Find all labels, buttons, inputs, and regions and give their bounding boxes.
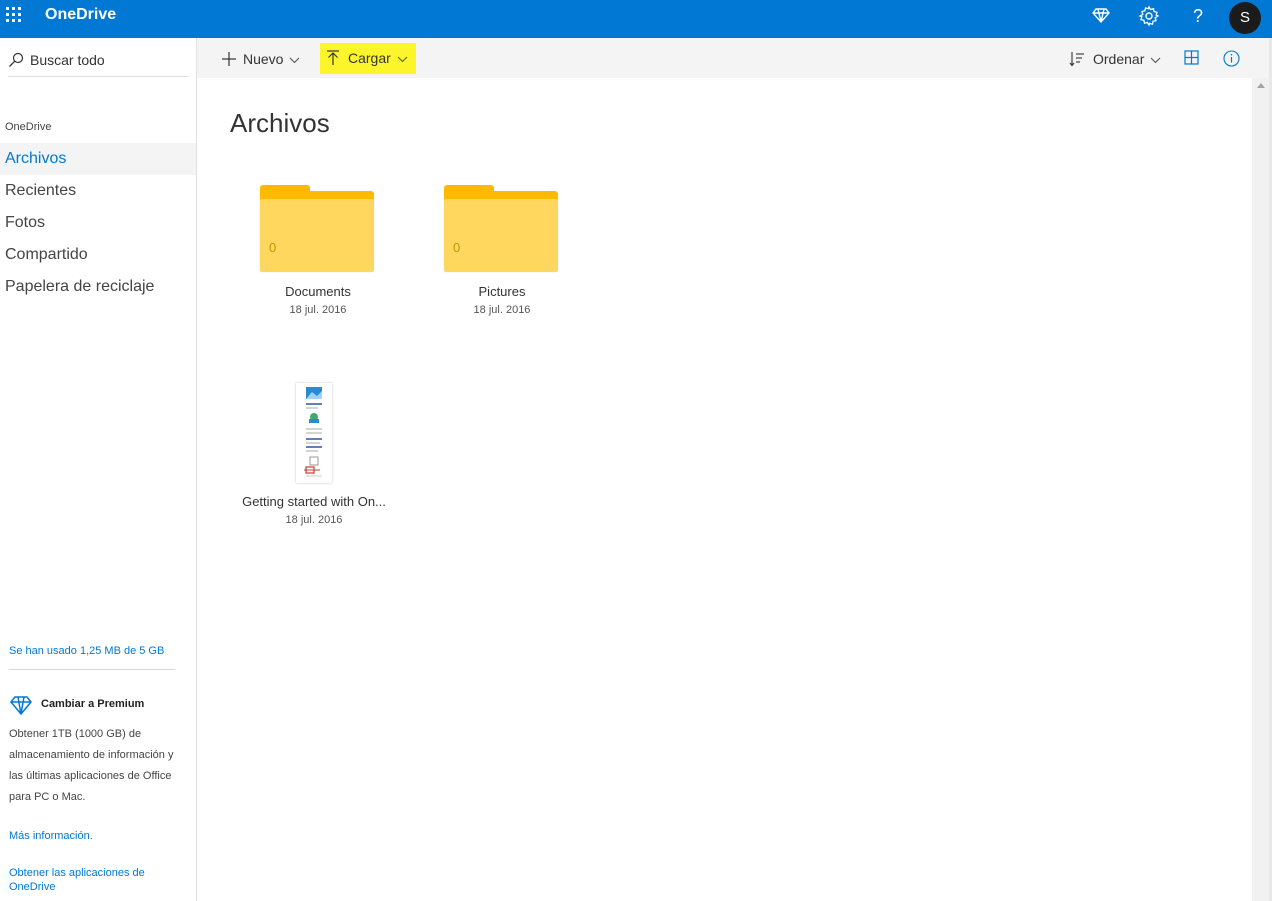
app-launcher-icon[interactable]	[4, 5, 21, 22]
premium-diamond-icon	[9, 695, 33, 720]
grid-view-icon[interactable]	[1184, 50, 1199, 68]
upload-label: Cargar	[348, 50, 391, 66]
item-date: 18 jul. 2016	[285, 514, 343, 526]
new-button[interactable]: Nuevo	[221, 50, 300, 68]
document-thumbnail-icon	[296, 383, 332, 483]
top-bar: OneDrive ? S	[0, 0, 1272, 38]
premium-title[interactable]: Cambiar a Premium	[41, 698, 144, 710]
command-bar: Nuevo Cargar Ordenar	[197, 38, 1269, 78]
chevron-down-icon	[1150, 57, 1161, 64]
divider	[9, 669, 175, 670]
folder-tile[interactable]: 0 Pictures 18 jul. 2016	[422, 185, 582, 335]
vertical-scrollbar[interactable]	[1252, 78, 1269, 901]
premium-diamond-icon[interactable]	[1091, 5, 1115, 29]
chevron-down-icon	[397, 56, 408, 63]
info-icon[interactable]	[1223, 50, 1240, 68]
more-info-link[interactable]: Más información.	[9, 830, 93, 842]
item-date: 18 jul. 2016	[473, 304, 531, 316]
upload-icon	[327, 50, 339, 65]
folder-icon: 0	[260, 185, 374, 271]
avatar[interactable]: S	[1229, 2, 1261, 34]
nav-section-header: OneDrive	[5, 121, 52, 133]
folder-tile[interactable]: 0 Documents 18 jul. 2016	[238, 185, 398, 335]
sidebar-item-archivos[interactable]: Archivos	[0, 143, 196, 175]
sidebar: Buscar todo OneDrive Archivos Recientes …	[0, 38, 197, 901]
file-tile[interactable]: Getting started with On... 18 jul. 2016	[234, 383, 394, 533]
folder-icon: 0	[444, 185, 558, 271]
upload-button[interactable]: Cargar	[320, 43, 416, 74]
item-date: 18 jul. 2016	[289, 304, 347, 316]
search-box[interactable]: Buscar todo	[8, 49, 188, 77]
chevron-down-icon	[290, 57, 300, 64]
new-label: Nuevo	[243, 51, 284, 67]
app-title[interactable]: OneDrive	[45, 6, 116, 24]
premium-description: Obtener 1TB (1000 GB) de almacenamiento …	[9, 728, 174, 803]
folder-item-count: 0	[453, 240, 461, 255]
sidebar-item-fotos[interactable]: Fotos	[0, 207, 196, 239]
help-icon[interactable]: ?	[1186, 5, 1210, 29]
sidebar-item-papelera[interactable]: Papelera de reciclaje	[0, 271, 196, 303]
sort-button[interactable]: Ordenar	[1069, 50, 1161, 68]
search-input[interactable]: Buscar todo	[30, 52, 105, 68]
item-name[interactable]: Pictures	[422, 284, 582, 299]
folder-item-count: 0	[269, 240, 277, 255]
sort-label: Ordenar	[1093, 51, 1145, 67]
item-name[interactable]: Getting started with On...	[234, 494, 394, 509]
search-icon	[9, 52, 24, 67]
storage-usage-link[interactable]: Se han usado 1,25 MB de 5 GB	[9, 645, 164, 657]
settings-gear-icon[interactable]	[1138, 5, 1162, 29]
file-list-area: Archivos 0 Documents 18 jul. 2016 0 Pict…	[197, 78, 1252, 901]
page-title: Archivos	[230, 108, 330, 138]
sort-icon	[1069, 52, 1084, 67]
get-apps-link[interactable]: Obtener las aplicaciones de OneDrive	[9, 866, 179, 894]
scroll-up-icon[interactable]	[1257, 83, 1265, 88]
sidebar-item-compartido[interactable]: Compartido	[0, 239, 196, 271]
sidebar-item-recientes[interactable]: Recientes	[0, 175, 196, 207]
plus-icon	[222, 52, 236, 66]
item-name[interactable]: Documents	[238, 284, 398, 299]
